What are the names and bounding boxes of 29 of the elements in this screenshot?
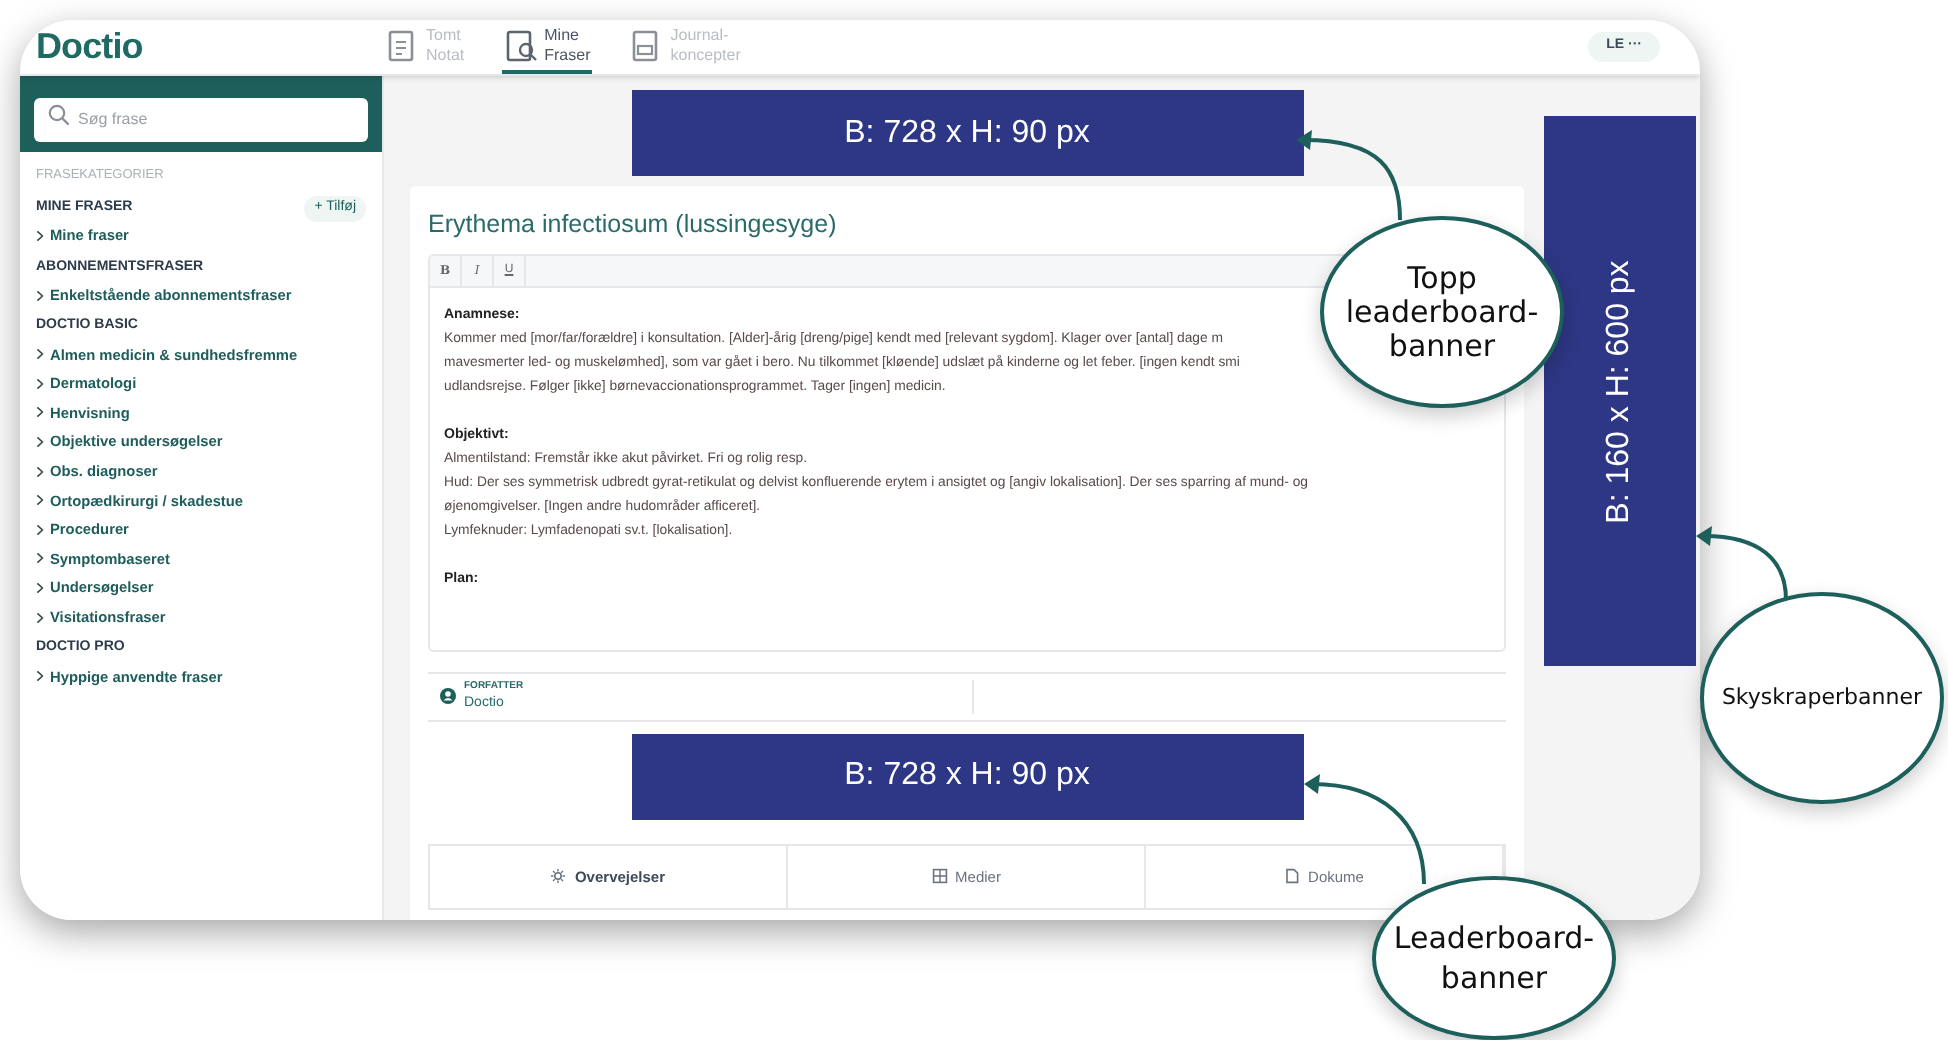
- document-icon: [1284, 868, 1301, 885]
- chevron-icon: [36, 552, 44, 565]
- chevron-icon: [36, 406, 44, 419]
- chevron-icon: [36, 523, 44, 536]
- chevron-icon: [36, 465, 44, 478]
- document-search-icon: [504, 27, 541, 63]
- chevron-icon: [36, 348, 44, 361]
- phrase-title: Erythema infectiosum (lussingesyge): [428, 208, 837, 242]
- banner-size-label: B: 728 x H: 90 px: [844, 756, 1090, 797]
- search-icon: [48, 104, 70, 126]
- chevron-icon: [36, 230, 44, 243]
- chevron-icon: [36, 289, 44, 302]
- callout-text: Topp leaderboard- banner: [1345, 261, 1539, 363]
- chevron-icon: [36, 611, 44, 624]
- chevron-icon: [36, 436, 44, 449]
- search-field[interactable]: Søg frase: [34, 97, 368, 141]
- banner-size-label: B: 728 x H: 90 px: [844, 113, 1090, 153]
- sun-icon: [550, 868, 567, 885]
- grid-icon: [931, 868, 948, 885]
- chevron-icon: [36, 377, 44, 390]
- banner-size-label: B: 160 x H: 600 px: [1600, 259, 1638, 523]
- pointer-arrow: [1300, 768, 1432, 888]
- app-logo: Doctio: [34, 24, 145, 70]
- callout-text: Skyskraperbanner: [1721, 684, 1923, 712]
- user-icon: [440, 688, 456, 705]
- callout-text: Leaderboard- banner: [1393, 918, 1595, 998]
- chevron-icon: [36, 670, 44, 683]
- chevron-icon: [36, 581, 44, 594]
- chevron-icon: [36, 494, 44, 507]
